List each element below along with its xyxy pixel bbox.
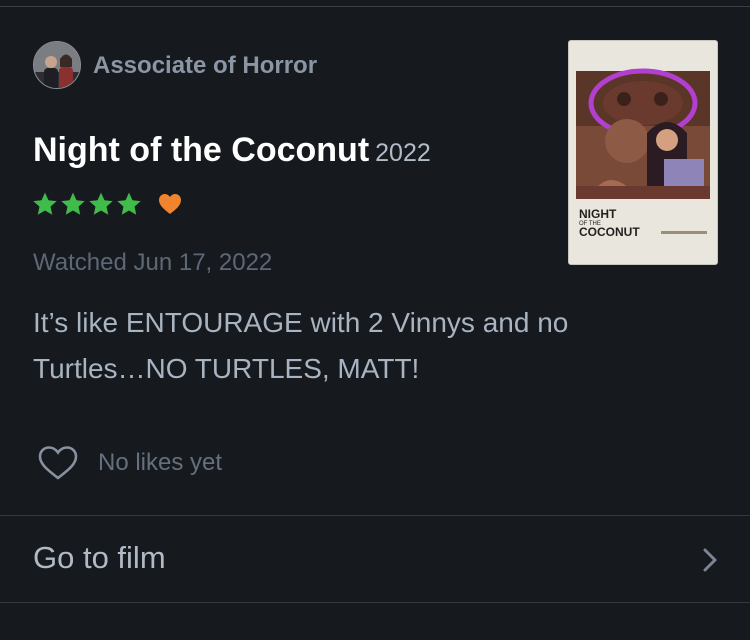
poster-title-line3: COCONUT xyxy=(579,225,640,239)
film-year: 2022 xyxy=(375,139,431,167)
rating-row xyxy=(32,191,182,217)
liked-heart-icon xyxy=(159,194,181,214)
star-icon xyxy=(61,192,85,215)
divider xyxy=(0,602,750,603)
review-author[interactable]: Associate of Horror xyxy=(93,52,317,80)
likes-count: No likes yet xyxy=(98,449,223,476)
film-poster[interactable]: NIGHT OF THE COCONUT xyxy=(568,40,718,265)
star-icon xyxy=(33,192,57,215)
user-avatar[interactable] xyxy=(33,41,81,89)
go-to-film-button[interactable]: Go to film xyxy=(0,516,750,602)
review-text: It’s like ENTOURAGE with 2 Vinnys and no… xyxy=(33,307,569,384)
chevron-right-icon xyxy=(703,548,717,572)
film-title[interactable]: Night of the Coconut xyxy=(33,131,369,169)
star-icon xyxy=(117,192,141,215)
film-title-line: Night of the Coconut 2022 xyxy=(33,131,431,170)
poster-title-line1: NIGHT xyxy=(579,207,617,221)
top-divider xyxy=(0,6,750,7)
star-icon xyxy=(89,192,113,215)
watched-date: Watched Jun 17, 2022 xyxy=(33,249,273,276)
go-to-film-label: Go to film xyxy=(33,540,166,575)
likes-row: No likes yet xyxy=(38,445,222,481)
like-heart-icon[interactable] xyxy=(38,445,78,481)
